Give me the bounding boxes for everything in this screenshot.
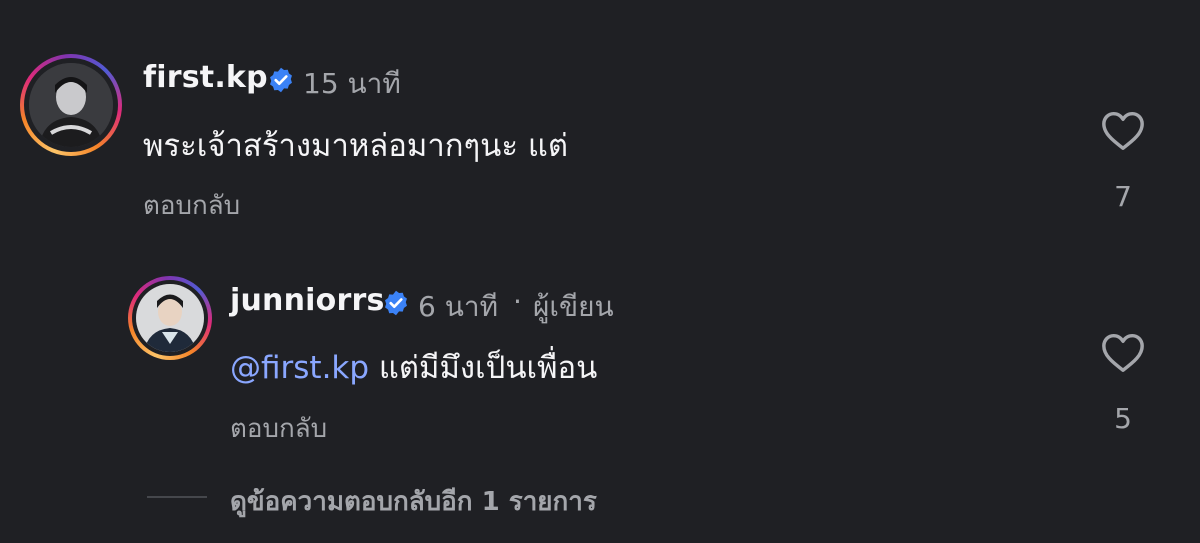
avatar[interactable] bbox=[20, 54, 122, 156]
verified-badge-icon bbox=[382, 289, 410, 317]
comment-item: first.kp 15 นาที พระเจ้าสร้างมาหล่อมากๆน… bbox=[0, 0, 1200, 240]
person-photo-avatar bbox=[29, 63, 113, 147]
author-tag: ผู้เขียน bbox=[533, 290, 614, 323]
divider-line bbox=[147, 496, 207, 498]
heart-outline-icon[interactable] bbox=[1100, 330, 1146, 374]
comment-username[interactable]: first.kp bbox=[143, 60, 268, 95]
comment-thread: first.kp 15 นาที พระเจ้าสร้างมาหล่อมากๆน… bbox=[0, 0, 1200, 543]
comment-text: พระเจ้าสร้างมาหล่อมากๆนะ แต่ bbox=[143, 128, 568, 164]
like-count: 5 bbox=[1114, 402, 1132, 435]
comment-timestamp: 15 นาที bbox=[303, 67, 401, 100]
reply-button[interactable]: ตอบกลับ bbox=[143, 185, 240, 226]
reply-item: junniorrs 6 นาที · ผู้เขียน @first.kp แต… bbox=[0, 240, 1200, 460]
view-more-replies-button[interactable]: ดูข้อความตอบกลับอีก 1 รายการ bbox=[230, 481, 597, 522]
reply-text: แต่มีมึงเป็นเพื่อน bbox=[378, 350, 598, 386]
person-photo-avatar bbox=[136, 284, 204, 352]
reply-text-line: @first.kp แต่มีมึงเป็นเพื่อน bbox=[230, 342, 597, 392]
avatar[interactable] bbox=[128, 276, 212, 360]
heart-outline-icon[interactable] bbox=[1100, 108, 1146, 152]
like-count: 7 bbox=[1114, 180, 1132, 213]
verified-badge-icon bbox=[267, 66, 295, 94]
mention-link[interactable]: @first.kp bbox=[230, 350, 369, 386]
reply-button[interactable]: ตอบกลับ bbox=[230, 408, 327, 449]
meta-separator: · bbox=[513, 285, 522, 318]
reply-username[interactable]: junniorrs bbox=[230, 283, 385, 318]
reply-timestamp: 6 นาที bbox=[418, 290, 499, 323]
